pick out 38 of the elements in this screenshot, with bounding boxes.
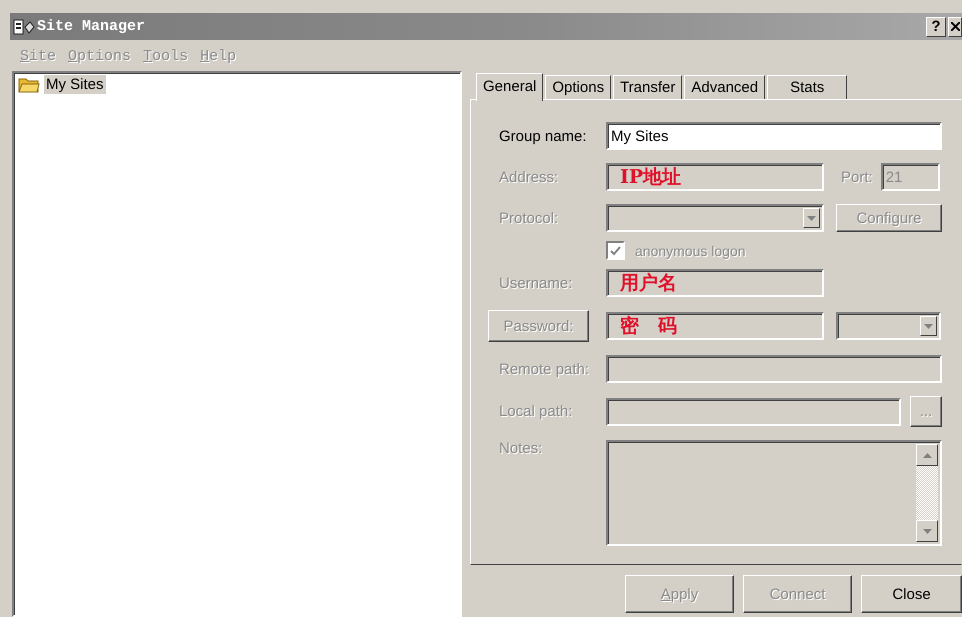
tab[interactable]: Options xyxy=(545,75,612,99)
tree-item[interactable]: My Sites xyxy=(44,75,106,94)
close-icon xyxy=(950,22,960,31)
app-icon xyxy=(13,18,35,36)
window-title: Site Manager xyxy=(37,18,146,35)
field-label: Protocol: xyxy=(499,210,560,226)
folder-icon xyxy=(18,76,40,92)
password-mode-dropdown[interactable] xyxy=(836,312,941,340)
menu-item[interactable]: Options xyxy=(68,48,132,65)
dropdown-arrow-icon xyxy=(924,324,933,328)
scrollbar[interactable] xyxy=(916,444,938,542)
field-label: Local path: xyxy=(499,403,574,420)
field-label: Address: xyxy=(499,168,560,186)
local-path-field[interactable] xyxy=(606,398,901,426)
close-button[interactable] xyxy=(948,16,962,36)
field-label: Group name: xyxy=(499,128,588,144)
menu-item[interactable]: Help xyxy=(200,48,236,65)
checkbox-label: anonymous logon xyxy=(635,242,746,258)
field-label: Port: xyxy=(841,168,873,186)
tab[interactable]: Stats xyxy=(767,75,848,99)
dialog-button[interactable]: Close xyxy=(861,575,962,613)
dropdown-arrow-icon xyxy=(807,216,816,220)
field-label: Username: xyxy=(499,274,574,292)
tab[interactable]: Transfer xyxy=(613,75,682,99)
help-button[interactable]: ? xyxy=(926,16,946,36)
protocol-dropdown[interactable] xyxy=(606,204,824,232)
notes-field[interactable] xyxy=(606,440,942,546)
scroll-up-icon xyxy=(922,452,932,458)
menu-item[interactable]: Tools xyxy=(143,48,188,65)
menu-item[interactable]: Site xyxy=(20,48,56,65)
field-label: Remote path: xyxy=(499,360,590,378)
remote-path-field[interactable] xyxy=(606,355,942,383)
checkmark-icon xyxy=(610,246,621,256)
group-name-field[interactable]: My Sites xyxy=(606,122,942,150)
tab[interactable]: Advanced xyxy=(684,75,766,99)
field-label: Notes: xyxy=(499,440,544,457)
scroll-down-icon xyxy=(922,528,932,534)
tab[interactable]: General xyxy=(476,73,544,101)
